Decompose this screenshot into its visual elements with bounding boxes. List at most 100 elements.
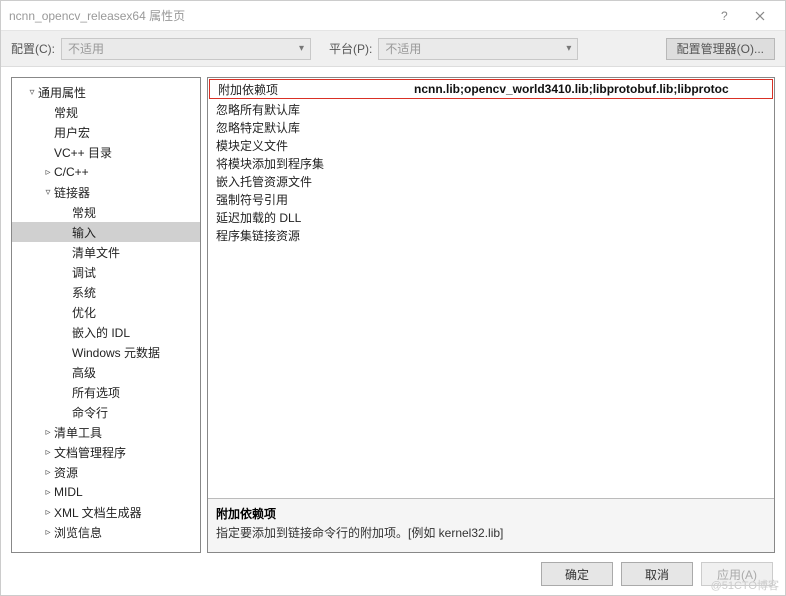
close-button[interactable]	[743, 1, 777, 30]
apply-button[interactable]: 应用(A)	[701, 562, 773, 586]
tree-midl[interactable]: ▹MIDL	[12, 482, 200, 502]
tree-item-label: MIDL	[54, 485, 83, 499]
tree-twisty-icon: ▹	[42, 487, 54, 498]
tree-item-label: 清单文件	[72, 244, 120, 261]
tree-linker-general[interactable]: 常规	[12, 202, 200, 222]
description-title: 附加依赖项	[216, 505, 766, 522]
chevron-down-icon: ▾	[566, 43, 571, 54]
property-grid[interactable]: 附加依赖项ncnn.lib;opencv_world3410.lib;libpr…	[208, 78, 774, 498]
tree-twisty-icon: ▹	[42, 447, 54, 458]
tree-twisty-icon: ▿	[26, 87, 38, 98]
tree-item-label: 常规	[54, 104, 78, 121]
property-label: 模块定义文件	[208, 137, 408, 154]
tree-linker-input[interactable]: 输入	[12, 222, 200, 242]
tree-manifest-tool[interactable]: ▹清单工具	[12, 422, 200, 442]
row-additional-dependencies[interactable]: 附加依赖项ncnn.lib;opencv_world3410.lib;libpr…	[209, 79, 773, 99]
config-manager-button[interactable]: 配置管理器(O)...	[666, 38, 775, 60]
tree-linker-system[interactable]: 系统	[12, 282, 200, 302]
row-delay-loaded-dlls[interactable]: 延迟加载的 DLL	[208, 208, 774, 226]
tree-item-label: 通用属性	[38, 84, 86, 101]
tree-linker[interactable]: ▿链接器	[12, 182, 200, 202]
tree-item-label: C/C++	[54, 165, 89, 179]
row-force-symbol-references[interactable]: 强制符号引用	[208, 190, 774, 208]
tree-user-macros[interactable]: 用户宏	[12, 122, 200, 142]
titlebar: ncnn_opencv_releasex64 属性页 ?	[1, 1, 785, 31]
tree-general[interactable]: 常规	[12, 102, 200, 122]
tree-item-label: 系统	[72, 284, 96, 301]
tree-resources[interactable]: ▹资源	[12, 462, 200, 482]
tree-linker-cmdline[interactable]: 命令行	[12, 402, 200, 422]
tree-xml-doc[interactable]: ▹XML 文档生成器	[12, 502, 200, 522]
property-label: 强制符号引用	[208, 191, 408, 208]
description-panel: 附加依赖项 指定要添加到链接命令行的附加项。[例如 kernel32.lib]	[208, 498, 774, 552]
tree-linker-manifest[interactable]: 清单文件	[12, 242, 200, 262]
tree-vcpp-dirs[interactable]: VC++ 目录	[12, 142, 200, 162]
tree-item-label: 调试	[72, 264, 96, 281]
property-label: 忽略所有默认库	[208, 101, 408, 118]
tree-twisty-icon: ▿	[42, 187, 54, 198]
body: ▿通用属性常规用户宏VC++ 目录▹C/C++▿链接器常规输入清单文件调试系统优…	[1, 67, 785, 553]
tree-item-label: VC++ 目录	[54, 144, 112, 161]
property-label: 程序集链接资源	[208, 227, 408, 244]
tree-linker-optimize[interactable]: 优化	[12, 302, 200, 322]
row-assembly-link-resource[interactable]: 程序集链接资源	[208, 226, 774, 244]
tree-linker-winmd[interactable]: Windows 元数据	[12, 342, 200, 362]
property-label: 嵌入托管资源文件	[208, 173, 408, 190]
tree-item-label: 命令行	[72, 404, 108, 421]
tree-common-properties[interactable]: ▿通用属性	[12, 82, 200, 102]
tree-item-label: XML 文档生成器	[54, 504, 142, 521]
property-label: 延迟加载的 DLL	[208, 209, 408, 226]
tree-item-label: 文档管理程序	[54, 444, 126, 461]
tree-item-label: 嵌入的 IDL	[72, 324, 130, 341]
svg-text:?: ?	[721, 9, 728, 23]
tree-item-label: 高级	[72, 364, 96, 381]
platform-value: 不适用	[385, 40, 421, 57]
tree-librarian[interactable]: ▹文档管理程序	[12, 442, 200, 462]
tree-twisty-icon: ▹	[42, 467, 54, 478]
window-title: ncnn_opencv_releasex64 属性页	[9, 7, 709, 24]
cancel-button[interactable]: 取消	[621, 562, 693, 586]
row-ignore-specific-default-libs[interactable]: 忽略特定默认库	[208, 118, 774, 136]
row-embed-managed-resource[interactable]: 嵌入托管资源文件	[208, 172, 774, 190]
tree-item-label: 输入	[72, 224, 96, 241]
tree-item-label: 浏览信息	[54, 524, 102, 541]
tree-twisty-icon: ▹	[42, 427, 54, 438]
tree-linker-all[interactable]: 所有选项	[12, 382, 200, 402]
property-label: 附加依赖项	[210, 81, 410, 98]
tree-linker-debug[interactable]: 调试	[12, 262, 200, 282]
platform-label: 平台(P):	[329, 40, 372, 57]
tree-c-cpp[interactable]: ▹C/C++	[12, 162, 200, 182]
tree-item-label: 链接器	[54, 184, 90, 201]
ok-button[interactable]: 确定	[541, 562, 613, 586]
property-label: 将模块添加到程序集	[208, 155, 408, 172]
tree-twisty-icon: ▹	[42, 167, 54, 178]
description-text: 指定要添加到链接命令行的附加项。[例如 kernel32.lib]	[216, 524, 766, 541]
platform-combo[interactable]: 不适用 ▾	[378, 38, 578, 60]
chevron-down-icon: ▾	[299, 43, 304, 54]
footer: 确定 取消 应用(A) @51CTO博客	[1, 553, 785, 595]
row-module-definition-file[interactable]: 模块定义文件	[208, 136, 774, 154]
config-label: 配置(C):	[11, 40, 55, 57]
tree-twisty-icon: ▹	[42, 527, 54, 538]
property-label: 忽略特定默认库	[208, 119, 408, 136]
tree-item-label: 清单工具	[54, 424, 102, 441]
nav-tree[interactable]: ▿通用属性常规用户宏VC++ 目录▹C/C++▿链接器常规输入清单文件调试系统优…	[11, 77, 201, 553]
tree-item-label: 资源	[54, 464, 78, 481]
tree-twisty-icon: ▹	[42, 507, 54, 518]
tree-item-label: Windows 元数据	[72, 344, 160, 361]
toolbar: 配置(C): 不适用 ▾ 平台(P): 不适用 ▾ 配置管理器(O)...	[1, 31, 785, 67]
tree-linker-advanced[interactable]: 高级	[12, 362, 200, 382]
tree-browse-info[interactable]: ▹浏览信息	[12, 522, 200, 542]
tree-linker-embedded-idl[interactable]: 嵌入的 IDL	[12, 322, 200, 342]
tree-item-label: 所有选项	[72, 384, 120, 401]
tree-item-label: 常规	[72, 204, 96, 221]
tree-item-label: 用户宏	[54, 124, 90, 141]
config-combo[interactable]: 不适用 ▾	[61, 38, 311, 60]
row-add-module-to-assembly[interactable]: 将模块添加到程序集	[208, 154, 774, 172]
main-panel: 附加依赖项ncnn.lib;opencv_world3410.lib;libpr…	[207, 77, 775, 553]
help-button[interactable]: ?	[709, 1, 743, 30]
config-value: 不适用	[68, 40, 104, 57]
tree-item-label: 优化	[72, 304, 96, 321]
property-value[interactable]: ncnn.lib;opencv_world3410.lib;libprotobu…	[410, 82, 772, 96]
row-ignore-all-default-libs[interactable]: 忽略所有默认库	[208, 100, 774, 118]
